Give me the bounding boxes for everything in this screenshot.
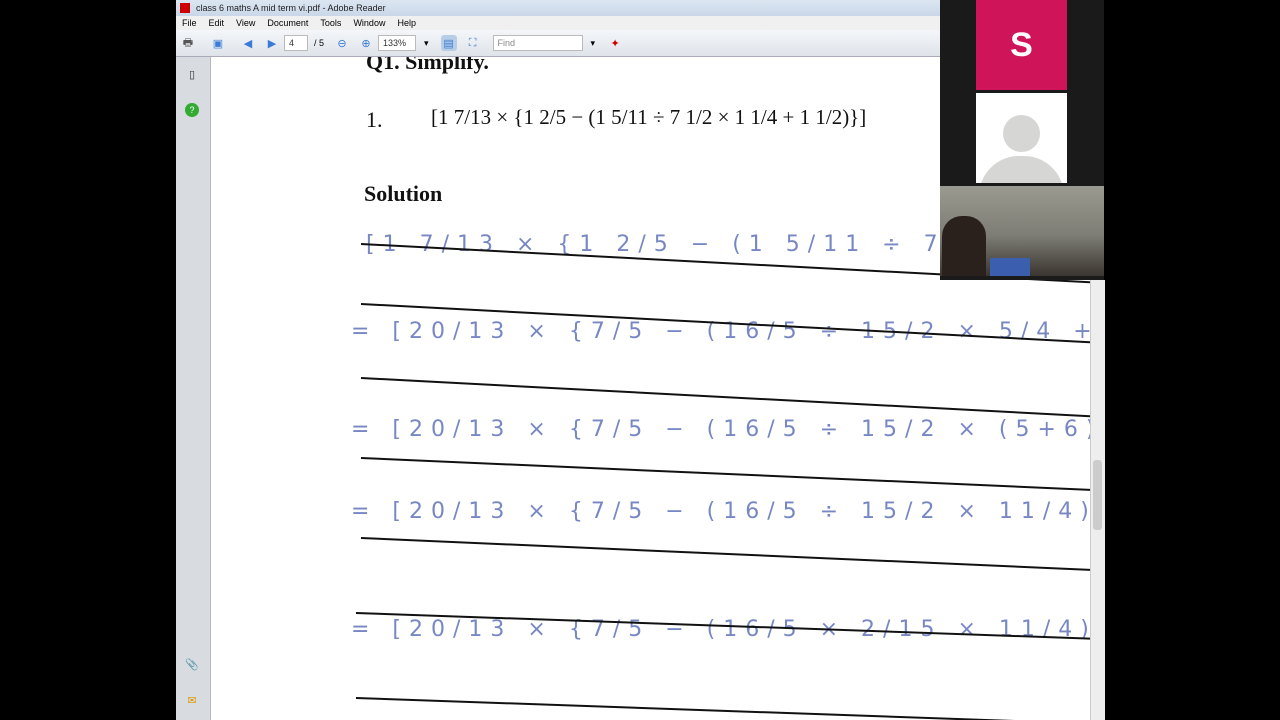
question-heading: Q1. Simplify. — [366, 57, 489, 74]
page-number-input[interactable]: 4 — [284, 35, 308, 51]
handwritten-line: = [20/13 × {7/5 − (16/5 ÷ 15/2 × 11/4)}] — [351, 499, 1090, 524]
title-bar: class 6 maths A mid term vi.pdf - Adobe … — [176, 0, 940, 16]
menu-document[interactable]: Document — [267, 18, 308, 28]
vertical-scrollbar[interactable] — [1090, 280, 1105, 720]
avatar-body-icon — [979, 156, 1064, 183]
notebook-line — [360, 457, 1090, 491]
menu-bar: File Edit View Document Tools Window Hel… — [176, 16, 940, 30]
notebook-line — [355, 697, 1090, 720]
scrollbar-thumb[interactable] — [1093, 460, 1102, 530]
page-total: / 5 — [314, 38, 325, 48]
scroll-mode-icon[interactable]: ▤ — [440, 35, 457, 51]
menu-view[interactable]: View — [236, 18, 255, 28]
collaborate-icon[interactable]: ▣ — [210, 35, 226, 51]
navigation-panel: ▯ ? 📎 ✉ — [176, 57, 211, 720]
expression: [1 7/13 × {1 2/5 − (1 5/11 ÷ 7 1/2 × 1 1… — [431, 105, 867, 129]
menu-file[interactable]: File — [182, 18, 197, 28]
next-page-icon[interactable]: ▶ — [264, 35, 280, 51]
fit-page-icon[interactable]: ⛶ — [465, 35, 481, 51]
menu-tools[interactable]: Tools — [320, 18, 341, 28]
solution-label: Solution — [364, 181, 443, 206]
menu-help[interactable]: Help — [397, 18, 416, 28]
zoom-out-icon[interactable]: ⊖ — [334, 35, 350, 51]
window-title: class 6 maths A mid term vi.pdf - Adobe … — [196, 3, 386, 13]
previous-page-icon[interactable]: ◀ — [240, 35, 256, 51]
notebook-line — [360, 377, 1090, 418]
handwritten-line: = [20/13 × {7/5 − (16/5 ÷ 15/2 × (5+6)/4… — [351, 417, 1090, 442]
attachments-icon[interactable]: 📎 — [185, 657, 199, 671]
pdf-icon — [180, 3, 190, 13]
find-input[interactable]: Find — [492, 35, 583, 51]
acrobat-icon[interactable]: ✦ — [607, 35, 623, 51]
zoom-in-icon[interactable]: ⊕ — [358, 35, 374, 51]
pages-icon[interactable]: ▯ — [185, 67, 199, 81]
notebook-line — [360, 537, 1090, 571]
handwritten-line: = [20/13 × {7/5 − (16/5 × 2/15 × 11/4)}] — [351, 617, 1090, 642]
video-participants-panel: S — [940, 0, 1104, 280]
toolbar: 🖶 ▣ ◀ ▶ 4 / 5 ⊖ ⊕ 133% ▾ ▤ ⛶ Find ▾ ✦ — [176, 30, 940, 57]
participant-tile-avatar[interactable] — [976, 93, 1067, 183]
zoom-select[interactable]: 133% — [378, 35, 417, 51]
item-number: 1. — [366, 107, 383, 132]
participant-camera-video[interactable] — [940, 186, 1104, 276]
menu-edit[interactable]: Edit — [209, 18, 225, 28]
comments-icon[interactable]: ✉ — [185, 693, 199, 707]
menu-window[interactable]: Window — [353, 18, 385, 28]
participant-tile-initial[interactable]: S — [976, 0, 1067, 90]
print-icon[interactable]: 🖶 — [180, 35, 196, 51]
help-icon[interactable]: ? — [185, 103, 199, 117]
avatar-head-icon — [1003, 115, 1040, 152]
